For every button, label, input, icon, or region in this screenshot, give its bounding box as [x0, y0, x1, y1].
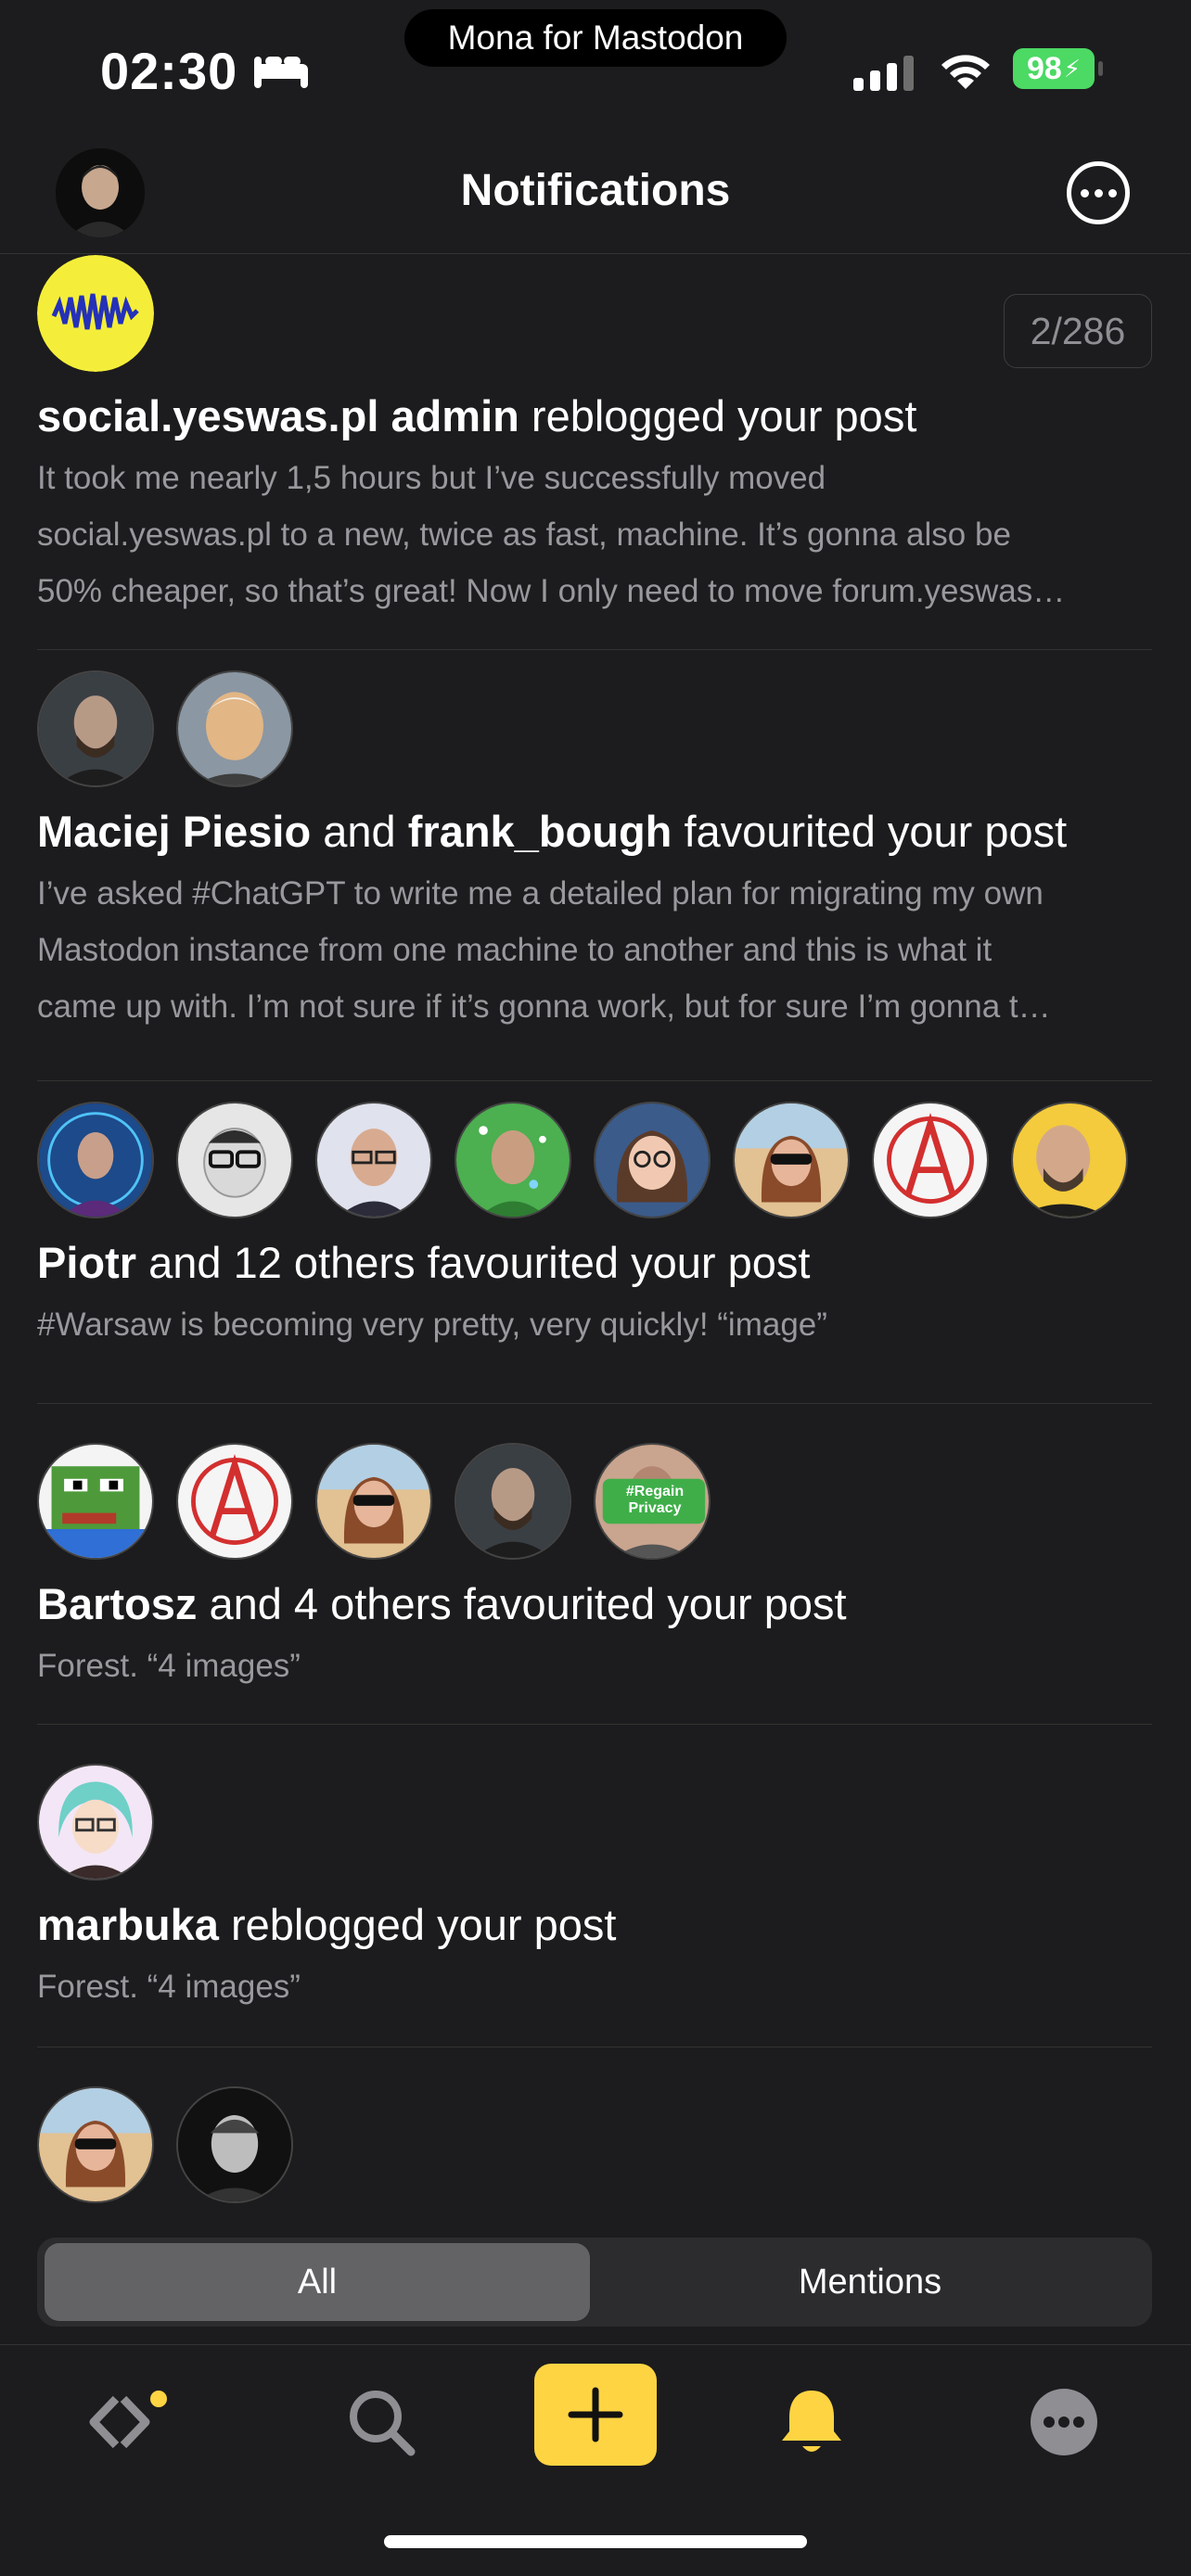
- excerpt-line: Mastodon instance from one machine to an…: [37, 932, 992, 968]
- actor-avatar[interactable]: [37, 2086, 154, 2203]
- excerpt-line: I’ve asked #ChatGPT to write me a detail…: [37, 875, 1044, 912]
- post-excerpt[interactable]: #Warsaw is becoming very pretty, very qu…: [37, 1296, 1152, 1370]
- charging-bolt-icon: ⚡: [1063, 54, 1082, 83]
- notification-headline: Maciej Piesio and frank_bough favourited…: [37, 806, 1152, 858]
- action-text: and 12 others favourited your post: [148, 1238, 811, 1287]
- battery-indicator: 98 ⚡: [1013, 48, 1103, 89]
- excerpt-line: Forest. “4 images”: [37, 1648, 301, 1684]
- action-text: reblogged your post: [230, 1900, 617, 1949]
- timeline-icon: [89, 2391, 167, 2449]
- more-icon: [1031, 2389, 1097, 2455]
- notification-filter-segmented-control[interactable]: All Mentions: [37, 2238, 1152, 2327]
- actor-avatar[interactable]: [315, 1102, 432, 1218]
- clock-text: 02:30: [100, 42, 238, 100]
- tab-notifications[interactable]: [751, 2362, 872, 2482]
- regain-privacy-badge: #Regain Privacy: [625, 1484, 685, 1516]
- compose-button[interactable]: [534, 2364, 657, 2466]
- battery-level: 98: [1026, 50, 1062, 86]
- status-bar: 02:30 Mona for Mastodon 98 ⚡: [0, 0, 1191, 139]
- actor-avatar[interactable]: [733, 1102, 850, 1218]
- notification-item[interactable]: Maciej Piesio and frank_bough favourited…: [37, 650, 1152, 1081]
- segment-all[interactable]: All: [45, 2243, 590, 2321]
- wifi-icon: [941, 55, 990, 89]
- action-text: reblogged your post: [531, 391, 917, 440]
- notification-item[interactable]: [37, 2047, 1152, 2225]
- actor-name[interactable]: marbuka: [37, 1900, 219, 1949]
- conjunction-text: and: [323, 807, 396, 856]
- actor-avatar[interactable]: [37, 255, 154, 372]
- actor-avatar[interactable]: #Regain Privacy: [594, 1443, 711, 1560]
- segment-mentions[interactable]: Mentions: [597, 2243, 1143, 2321]
- actor-avatar[interactable]: [37, 1443, 154, 1560]
- tab-timeline[interactable]: [67, 2362, 187, 2482]
- notification-item[interactable]: Piotr and 12 others favourited your post…: [37, 1081, 1152, 1404]
- tab-search[interactable]: [321, 2362, 442, 2482]
- excerpt-line: Forest. “4 images”: [37, 1969, 301, 2005]
- notification-headline: marbuka reblogged your post: [37, 1899, 1152, 1951]
- actor-avatar[interactable]: [37, 670, 154, 787]
- actor-avatar[interactable]: [315, 1443, 432, 1560]
- tab-more[interactable]: [1004, 2362, 1124, 2482]
- actor-name[interactable]: frank_bough: [408, 807, 672, 856]
- notification-headline: social.yeswas.pl admin reblogged your po…: [37, 390, 1152, 442]
- notification-item[interactable]: 2/286 social.yeswas.pl admin reblogged y…: [37, 255, 1152, 650]
- actor-avatar[interactable]: [176, 2086, 293, 2203]
- bell-icon: [782, 2391, 841, 2452]
- dot-icon: [1108, 188, 1117, 198]
- excerpt-line: 50% cheaper, so that’s great! Now I only…: [37, 573, 1066, 609]
- actor-name[interactable]: social.yeswas.pl admin: [37, 391, 519, 440]
- actor-avatar[interactable]: [455, 1102, 571, 1218]
- navigation-bar: Notifications: [0, 139, 1191, 254]
- notification-headline: Piotr and 12 others favourited your post: [37, 1237, 1152, 1289]
- post-excerpt[interactable]: Forest. “4 images”: [37, 1958, 1152, 2032]
- search-icon: [350, 2391, 416, 2456]
- actor-avatar[interactable]: [37, 1764, 154, 1881]
- page-title: Notifications: [460, 166, 731, 215]
- post-excerpt[interactable]: I’ve asked #ChatGPT to write me a detail…: [37, 865, 1152, 1052]
- more-options-button[interactable]: [1067, 161, 1130, 224]
- excerpt-line: social.yeswas.pl to a new, twice as fast…: [37, 516, 1011, 553]
- post-excerpt[interactable]: Forest. “4 images”: [37, 1638, 1152, 1711]
- actor-avatar[interactable]: [176, 670, 293, 787]
- excerpt-line: came up with. I’m not sure if it’s gonna…: [37, 988, 1051, 1025]
- plus-icon: [568, 2387, 623, 2442]
- actor-avatar[interactable]: [1011, 1102, 1128, 1218]
- sleep-focus-icon: [254, 55, 309, 88]
- dynamic-island-app-label[interactable]: Mona for Mastodon: [404, 9, 787, 67]
- notifications-list[interactable]: 2/286 social.yeswas.pl admin reblogged y…: [0, 255, 1191, 2225]
- cellular-signal-icon: [853, 56, 914, 91]
- actor-name[interactable]: Bartosz: [37, 1579, 197, 1628]
- actor-avatar[interactable]: [176, 1443, 293, 1560]
- notification-item[interactable]: #Regain Privacy Bartosz and 4 others fav…: [37, 1404, 1152, 1725]
- excerpt-line: It took me nearly 1,5 hours but I’ve suc…: [37, 460, 826, 496]
- home-indicator: [384, 2535, 807, 2548]
- actor-name[interactable]: Maciej Piesio: [37, 807, 311, 856]
- dot-icon: [1080, 188, 1089, 198]
- actor-name[interactable]: Piotr: [37, 1238, 136, 1287]
- dot-icon: [1094, 188, 1103, 198]
- excerpt-line: #Warsaw is becoming very pretty, very qu…: [37, 1307, 827, 1343]
- actor-avatar[interactable]: [176, 1102, 293, 1218]
- clock: 02:30: [100, 41, 309, 101]
- actor-avatar[interactable]: [872, 1102, 989, 1218]
- action-text: and 4 others favourited your post: [209, 1579, 847, 1628]
- actor-avatar[interactable]: [594, 1102, 711, 1218]
- actor-avatar[interactable]: [37, 1102, 154, 1218]
- app-pill-text: Mona for Mastodon: [447, 19, 744, 57]
- post-excerpt[interactable]: It took me nearly 1,5 hours but I’ve suc…: [37, 450, 1152, 636]
- actor-avatar[interactable]: [455, 1443, 571, 1560]
- notification-item[interactable]: marbuka reblogged your post Forest. “4 i…: [37, 1725, 1152, 2047]
- notification-counter: 2/286: [1004, 294, 1152, 368]
- action-text: favourited your post: [684, 807, 1068, 856]
- notification-headline: Bartosz and 4 others favourited your pos…: [37, 1578, 1152, 1630]
